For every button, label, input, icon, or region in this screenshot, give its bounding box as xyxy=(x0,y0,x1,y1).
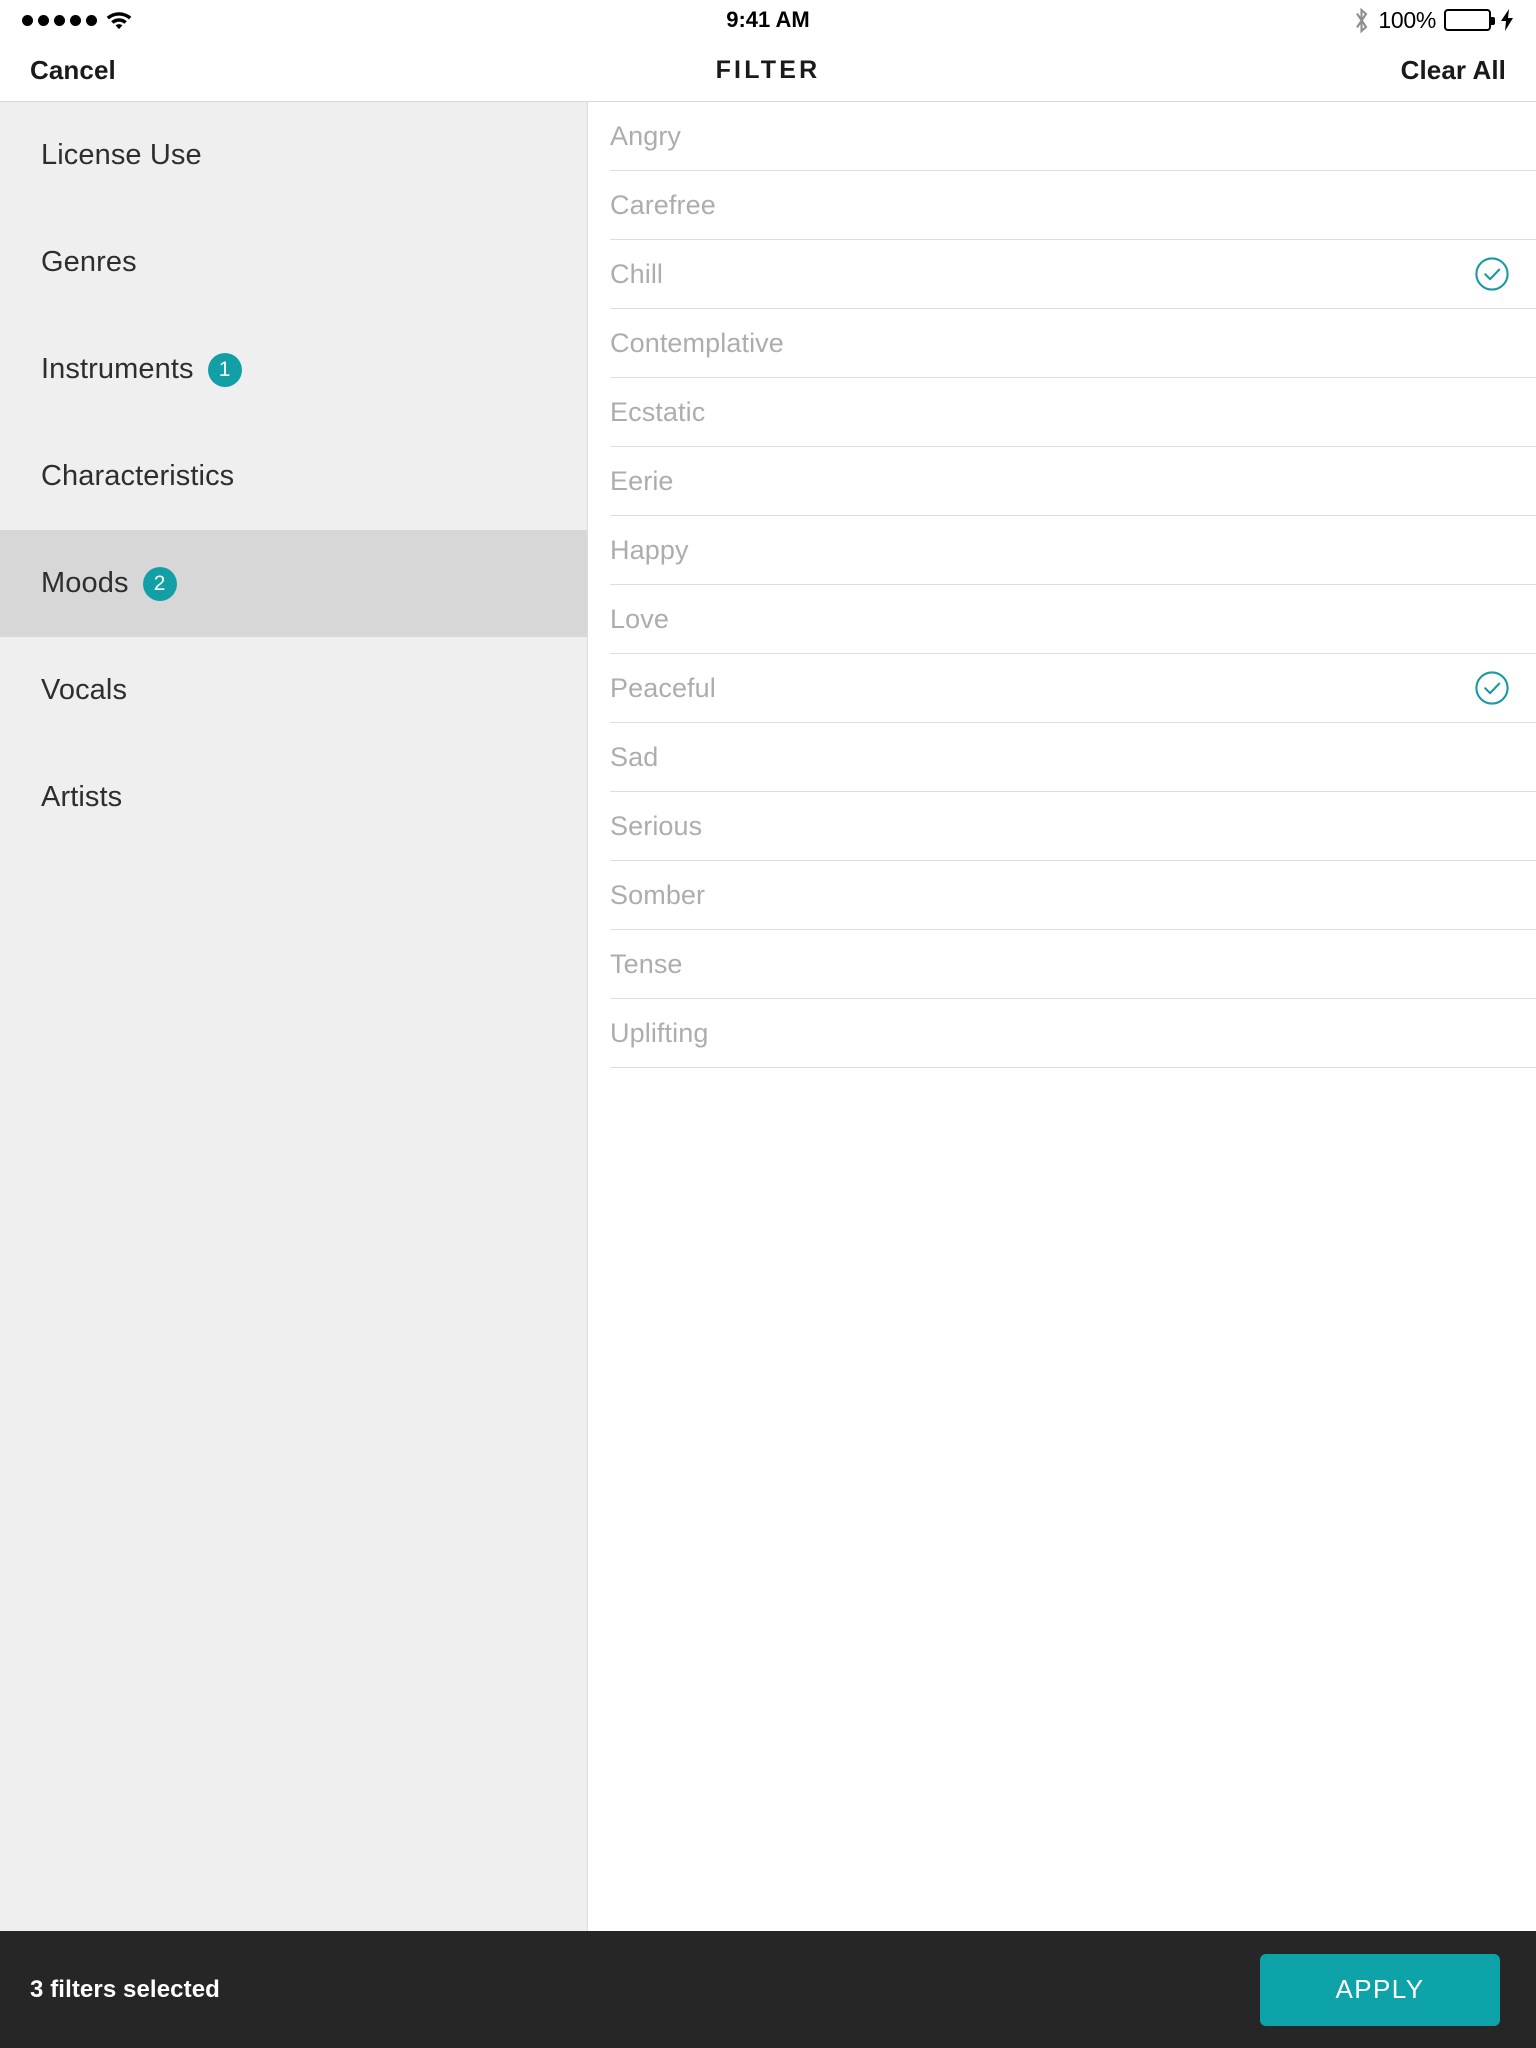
option-row[interactable]: Happy xyxy=(610,516,1536,585)
option-label: Love xyxy=(610,603,669,634)
status-bar-time: 9:41 AM xyxy=(726,7,810,32)
sidebar-item-label: Artists xyxy=(41,781,123,813)
sidebar-item-genres[interactable]: Genres xyxy=(0,209,587,316)
bluetooth-icon xyxy=(1353,7,1370,34)
option-row[interactable]: Somber xyxy=(610,861,1536,930)
option-row[interactable]: Angry xyxy=(610,102,1536,171)
options-list: Angry Carefree Chill Contemplative Ecstatic E… xyxy=(588,102,1536,1931)
cancel-button[interactable]: Cancel xyxy=(30,55,116,86)
filter-content: License Use Genres Instruments 1 Characteris… xyxy=(0,102,1536,1931)
sidebar-item-license-use[interactable]: License Use xyxy=(0,102,587,209)
option-row[interactable]: Chill xyxy=(610,240,1536,309)
cellular-signal-icon xyxy=(22,14,97,26)
option-label: Peaceful xyxy=(610,672,716,703)
sidebar-item-label: Characteristics xyxy=(41,460,235,492)
option-label: Eerie xyxy=(610,465,674,496)
option-label: Uplifting xyxy=(610,1017,709,1048)
footer-bar: 3 filters selected APPLY xyxy=(0,1931,1536,2048)
option-row[interactable]: Love xyxy=(610,585,1536,654)
status-bar-right: 100% xyxy=(1353,7,1514,34)
option-row[interactable]: Eerie xyxy=(610,447,1536,516)
option-label: Carefree xyxy=(610,189,716,220)
status-bar-left xyxy=(22,10,132,30)
sidebar-item-moods[interactable]: Moods 2 xyxy=(0,530,587,637)
wifi-icon xyxy=(106,10,132,30)
check-circle-icon[interactable] xyxy=(1475,671,1509,705)
sidebar-item-badge: 2 xyxy=(142,566,177,601)
sidebar-item-label: Vocals xyxy=(41,674,128,706)
option-row[interactable]: Ecstatic xyxy=(610,378,1536,447)
status-bar: 9:41 AM 100% xyxy=(0,0,1536,40)
filter-screen: 9:41 AM 100% Cancel FILTER Clear All Lic… xyxy=(0,0,1536,2048)
sidebar-item-label: Instruments xyxy=(41,353,194,385)
page-title: FILTER xyxy=(715,56,821,84)
lightning-bolt-icon xyxy=(1501,9,1514,31)
option-row[interactable]: Contemplative xyxy=(610,309,1536,378)
option-label: Happy xyxy=(610,534,689,565)
sidebar-item-label: License Use xyxy=(41,139,202,171)
option-label: Angry xyxy=(610,120,682,151)
check-circle-icon[interactable] xyxy=(1475,257,1509,291)
category-sidebar: License Use Genres Instruments 1 Characteris… xyxy=(0,102,588,1931)
option-row[interactable]: Uplifting xyxy=(610,999,1536,1068)
option-row[interactable]: Serious xyxy=(610,792,1536,861)
option-row[interactable]: Sad xyxy=(610,723,1536,792)
battery-icon xyxy=(1444,9,1495,31)
battery-percent-label: 100% xyxy=(1378,6,1436,33)
sidebar-item-badge: 1 xyxy=(207,352,242,387)
option-label: Chill xyxy=(610,258,664,289)
apply-button[interactable]: APPLY xyxy=(1260,1953,1500,2026)
option-row[interactable]: Peaceful xyxy=(610,654,1536,723)
option-label: Somber xyxy=(610,879,706,910)
clear-all-button[interactable]: Clear All xyxy=(1401,55,1506,86)
navigation-bar: Cancel FILTER Clear All xyxy=(0,40,1536,102)
option-label: Sad xyxy=(610,741,659,772)
option-label: Ecstatic xyxy=(610,396,706,427)
option-row[interactable]: Carefree xyxy=(610,171,1536,240)
option-label: Serious xyxy=(610,810,703,841)
sidebar-item-label: Genres xyxy=(41,246,137,278)
option-label: Contemplative xyxy=(610,327,784,358)
sidebar-item-artists[interactable]: Artists xyxy=(0,744,587,851)
sidebar-item-characteristics[interactable]: Characteristics xyxy=(0,423,587,530)
option-row[interactable]: Tense xyxy=(610,930,1536,999)
sidebar-item-instruments[interactable]: Instruments 1 xyxy=(0,316,587,423)
sidebar-item-vocals[interactable]: Vocals xyxy=(0,637,587,744)
sidebar-item-label: Moods xyxy=(41,567,129,599)
filters-selected-count: 3 filters selected xyxy=(30,1975,220,2003)
option-label: Tense xyxy=(610,948,683,979)
